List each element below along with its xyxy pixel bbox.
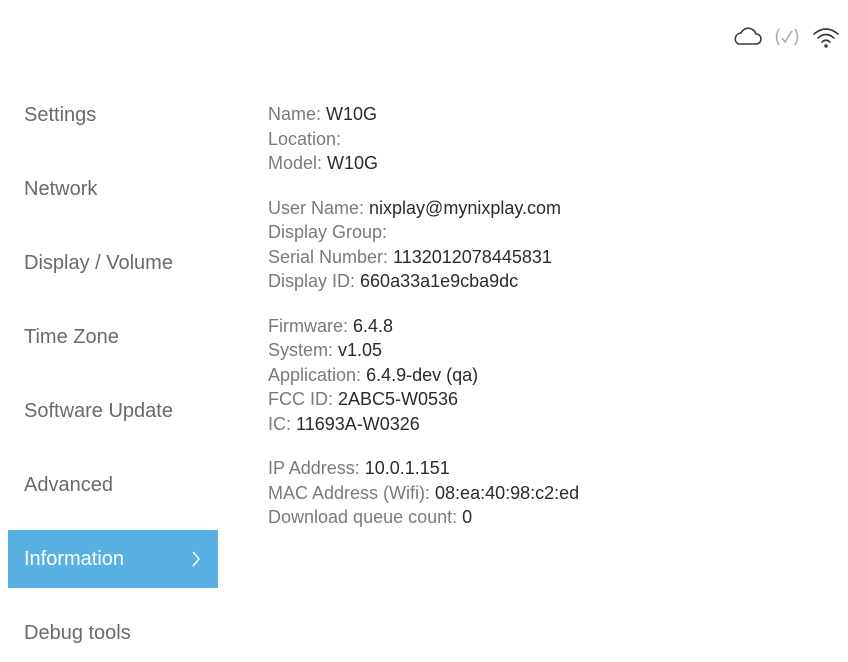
wifi-icon	[812, 25, 840, 49]
ic-row: IC: 11693A-W0326	[268, 412, 838, 437]
sidebar-item-label: Network	[24, 177, 98, 200]
chevron-right-icon	[190, 549, 202, 569]
firmware-label: Firmware:	[268, 315, 353, 336]
version-info-group: Firmware: 6.4.8 System: v1.05 Applicatio…	[268, 314, 838, 437]
sidebar-item-debug-tools[interactable]: Debug tools	[8, 604, 218, 662]
application-value: 6.4.9-dev (qa)	[366, 364, 479, 385]
name-value: W10G	[326, 104, 378, 124]
download-queue-value: 0	[462, 507, 473, 527]
information-panel: Name: W10G Location: Model: W10G User Na…	[268, 102, 838, 530]
network-info-group: IP Address: 10.0.1.151 MAC Address (Wifi…	[268, 456, 838, 530]
display-id-label: Display ID:	[268, 271, 361, 291]
display-id-value: 660a33a1e9cba9dc	[360, 271, 519, 291]
display-group-row: Display Group:	[268, 220, 838, 245]
model-row: Model: W10G	[268, 151, 838, 176]
mac-address-value: 08:ea:40:98:c2:ed	[435, 482, 580, 503]
device-info-group: Name: W10G Location: Model: W10G	[268, 102, 838, 176]
application-row: Application: 6.4.9-dev (qa)	[268, 363, 838, 388]
sidebar-item-network[interactable]: Network	[8, 160, 218, 218]
application-label: Application:	[268, 364, 367, 385]
download-queue-row: Download queue count: 0	[268, 505, 838, 530]
serial-number-value: 1132012078445831	[393, 246, 552, 267]
model-value: W10G	[327, 153, 379, 173]
sidebar-item-display-volume[interactable]: Display / Volume	[8, 234, 218, 292]
display-id-row: Display ID: 660a33a1e9cba9dc	[268, 269, 838, 294]
name-row: Name: W10G	[268, 102, 838, 127]
mac-address-row: MAC Address (Wifi): 08:ea:40:98:c2:ed	[268, 481, 838, 506]
sidebar-item-settings[interactable]: Settings	[8, 86, 218, 144]
sidebar-item-time-zone[interactable]: Time Zone	[8, 308, 218, 366]
user-name-value: nixplay@mynixplay.com	[369, 197, 562, 218]
mac-address-label: MAC Address (Wifi):	[268, 482, 436, 503]
ic-value: 11693A-W0326	[296, 413, 420, 434]
sidebar-item-advanced[interactable]: Advanced	[8, 456, 218, 514]
name-label: Name:	[268, 104, 327, 124]
fcc-id-value: 2ABC5-W0536	[338, 389, 459, 409]
sidebar-item-label: Settings	[24, 103, 97, 126]
firmware-row: Firmware: 6.4.8	[268, 314, 838, 339]
sidebar-item-label: Software Update	[24, 399, 173, 422]
ip-address-label: IP Address:	[268, 458, 365, 478]
model-label: Model:	[268, 153, 328, 173]
sidebar-item-label: Information	[24, 547, 125, 570]
ip-address-row: IP Address: 10.0.1.151	[268, 456, 838, 481]
system-row: System: v1.05	[268, 338, 838, 363]
display-group-label: Display Group:	[268, 222, 388, 242]
fcc-id-row: FCC ID: 2ABC5-W0536	[268, 387, 838, 412]
sidebar-item-software-update[interactable]: Software Update	[8, 382, 218, 440]
sidebar-item-label: Time Zone	[24, 325, 119, 348]
firmware-value: 6.4.8	[353, 315, 394, 336]
location-row: Location:	[268, 127, 838, 152]
user-name-row: User Name: nixplay@mynixplay.com	[268, 196, 838, 221]
sidebar-item-label: Advanced	[24, 473, 113, 496]
system-value: v1.05	[338, 340, 383, 360]
sidebar-item-information[interactable]: Information	[8, 530, 218, 588]
sidebar-item-label: Display / Volume	[24, 251, 173, 274]
download-queue-label: Download queue count:	[268, 507, 463, 527]
serial-number-label: Serial Number:	[268, 246, 394, 267]
fcc-id-label: FCC ID:	[268, 389, 338, 409]
location-label: Location:	[268, 128, 342, 149]
serial-number-row: Serial Number: 1132012078445831	[268, 245, 838, 270]
status-bar	[732, 22, 840, 52]
system-label: System:	[268, 340, 339, 360]
sidebar-item-label: Debug tools	[24, 621, 131, 644]
ip-address-value: 10.0.1.151	[364, 458, 450, 478]
cloud-icon	[732, 27, 762, 47]
account-info-group: User Name: nixplay@mynixplay.com Display…	[268, 196, 838, 294]
signal-status-icon	[772, 26, 802, 48]
ic-label: IC:	[268, 413, 297, 434]
user-name-label: User Name:	[268, 197, 370, 218]
